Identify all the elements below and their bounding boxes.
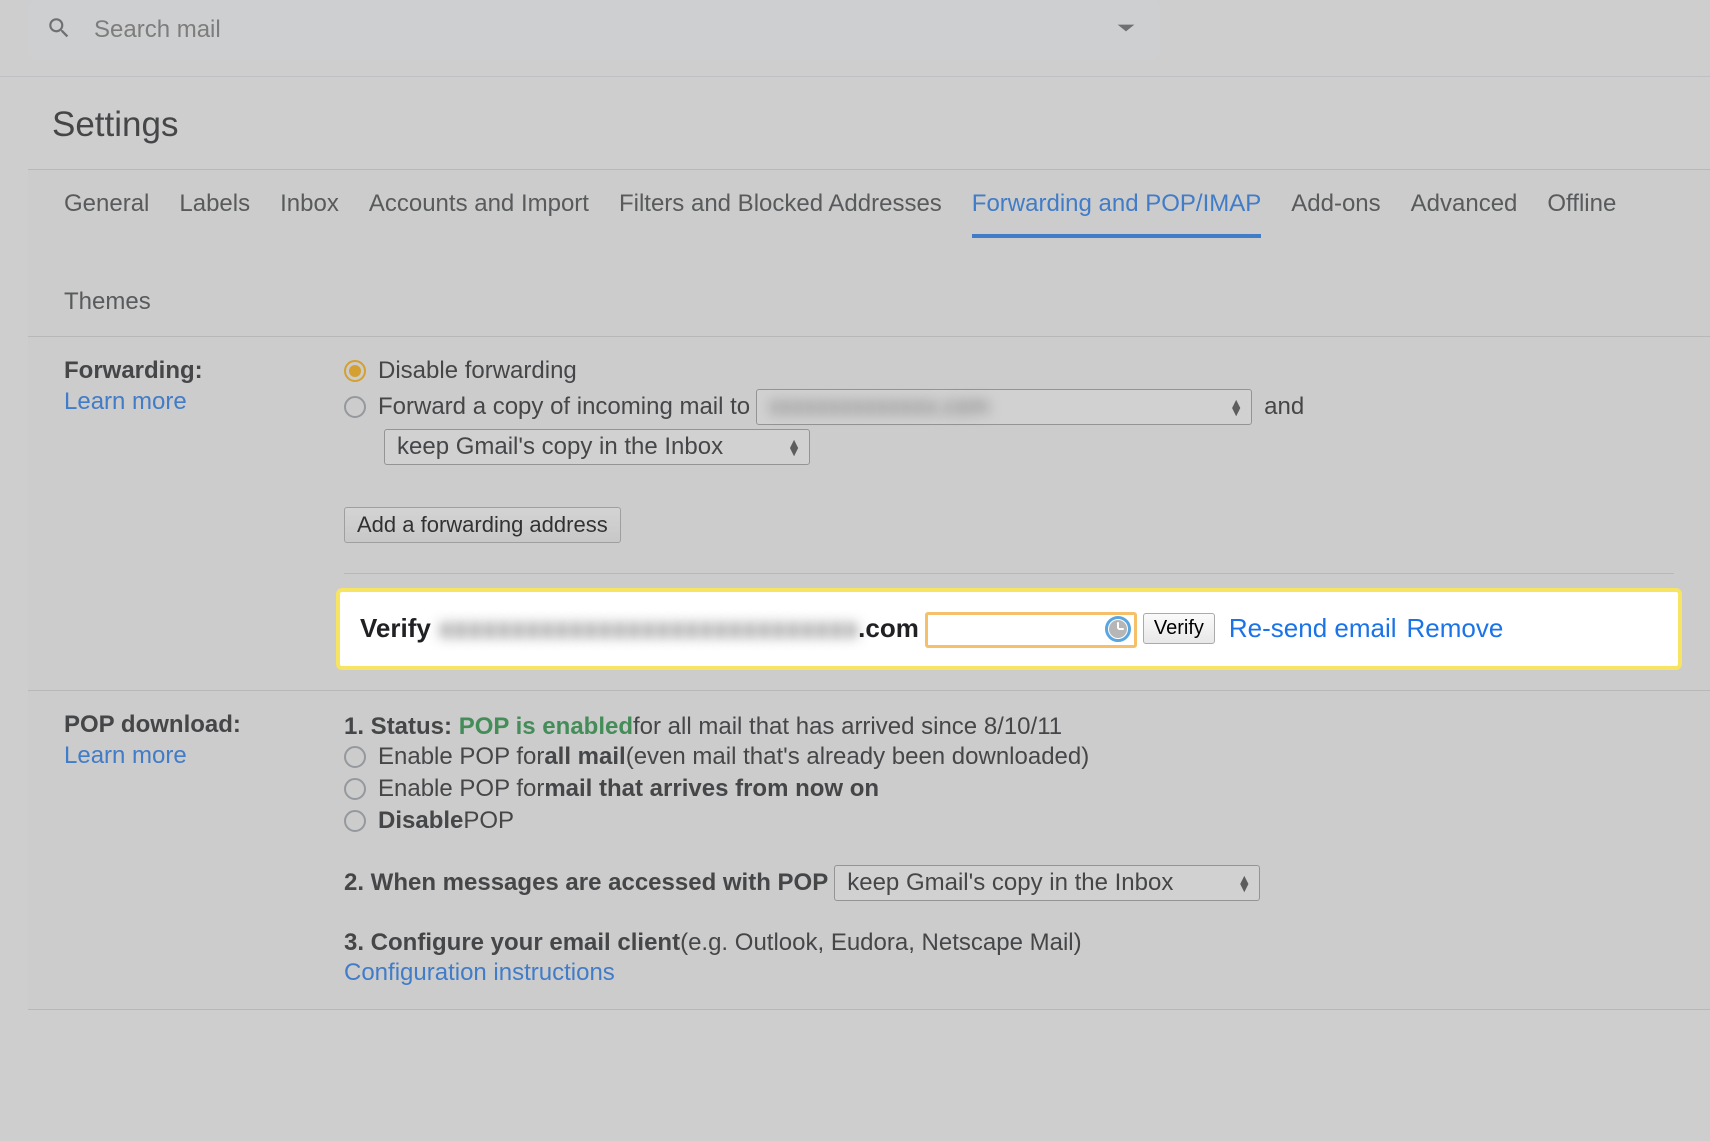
pop-enable-all-radio[interactable] bbox=[344, 746, 366, 768]
tab-forwarding-and-pop-imap[interactable]: Forwarding and POP/IMAP bbox=[972, 170, 1261, 238]
forwarding-learn-more-link[interactable]: Learn more bbox=[64, 388, 344, 416]
pop-enable-all-prefix: Enable POP for bbox=[378, 743, 544, 771]
pop-learn-more-link[interactable]: Learn more bbox=[64, 742, 344, 770]
tab-accounts-and-import[interactable]: Accounts and Import bbox=[369, 170, 589, 238]
remove-link[interactable]: Remove bbox=[1407, 613, 1504, 644]
and-text: and bbox=[1264, 393, 1304, 421]
settings-tabs: General Labels Inbox Accounts and Import Fil… bbox=[28, 169, 1710, 337]
pop-enable-new-radio[interactable] bbox=[344, 778, 366, 800]
search-icon bbox=[46, 15, 72, 46]
forward-address-value: xxxxxxxxxxxxxx.com bbox=[769, 393, 989, 421]
enable-forwarding-radio[interactable] bbox=[344, 396, 366, 418]
pop-status-prefix: 1. Status: bbox=[344, 713, 452, 741]
pop-enable-new-bold: mail that arrives from now on bbox=[544, 775, 879, 803]
configuration-instructions-link[interactable]: Configuration instructions bbox=[344, 959, 615, 987]
verify-email-suffix: .com bbox=[858, 613, 919, 644]
pop-disable-bold: Disable bbox=[378, 807, 463, 835]
search-options-dropdown-icon[interactable] bbox=[1116, 21, 1136, 39]
pop-disable-suffix: POP bbox=[463, 807, 514, 835]
forwarding-section: Forwarding: Learn more Disable forwardin… bbox=[28, 337, 1710, 691]
tab-offline[interactable]: Offline bbox=[1547, 170, 1616, 238]
keep-copy-select[interactable]: keep Gmail's copy in the Inbox ▲▼ bbox=[384, 429, 810, 465]
forwarding-title: Forwarding: bbox=[64, 357, 344, 385]
page-title: Settings bbox=[0, 77, 1710, 169]
pop-when-accessed-label: 2. When messages are accessed with POP bbox=[344, 869, 828, 897]
forward-address-select[interactable]: xxxxxxxxxxxxxx.com ▲▼ bbox=[756, 389, 1252, 425]
tab-themes[interactable]: Themes bbox=[64, 268, 151, 336]
tab-general[interactable]: General bbox=[64, 170, 149, 238]
tab-add-ons[interactable]: Add-ons bbox=[1291, 170, 1380, 238]
disable-forwarding-label: Disable forwarding bbox=[378, 357, 577, 385]
pop-title: POP download: bbox=[64, 711, 344, 739]
tab-inbox[interactable]: Inbox bbox=[280, 170, 339, 238]
forward-copy-label: Forward a copy of incoming mail to bbox=[378, 393, 750, 421]
pop-status-suffix: for all mail that has arrived since 8/10… bbox=[633, 713, 1062, 741]
tab-advanced[interactable]: Advanced bbox=[1411, 170, 1518, 238]
pop-section: POP download: Learn more 1. Status: POP … bbox=[28, 691, 1710, 1010]
select-arrows-icon: ▲▼ bbox=[1223, 875, 1251, 891]
pop-status-enabled: POP is enabled bbox=[459, 713, 633, 741]
pop-when-accessed-value: keep Gmail's copy in the Inbox bbox=[847, 869, 1173, 897]
verify-email-blurred: xxxxxxxxxxxxxxxxxxxxxxxxxxxxx bbox=[439, 613, 858, 644]
select-arrows-icon: ▲▼ bbox=[773, 439, 801, 455]
verify-button[interactable]: Verify bbox=[1143, 613, 1215, 644]
pop-enable-all-bold: all mail bbox=[544, 743, 625, 771]
search-bar[interactable] bbox=[28, 0, 1160, 60]
verify-highlight-box: Verify xxxxxxxxxxxxxxxxxxxxxxxxxxxxx .co… bbox=[336, 588, 1682, 670]
add-forwarding-address-button[interactable]: Add a forwarding address bbox=[344, 507, 621, 543]
pop-enable-new-prefix: Enable POP for bbox=[378, 775, 544, 803]
clock-icon bbox=[1105, 616, 1131, 642]
resend-email-link[interactable]: Re-send email bbox=[1229, 613, 1397, 644]
tab-filters-and-blocked-addresses[interactable]: Filters and Blocked Addresses bbox=[619, 170, 942, 238]
search-input[interactable] bbox=[72, 16, 1116, 44]
disable-forwarding-radio[interactable] bbox=[344, 360, 366, 382]
pop-configure-suffix: (e.g. Outlook, Eudora, Netscape Mail) bbox=[680, 929, 1082, 957]
keep-copy-value: keep Gmail's copy in the Inbox bbox=[397, 433, 723, 461]
pop-enable-all-suffix: (even mail that's already been downloade… bbox=[626, 743, 1090, 771]
verify-prefix: Verify bbox=[360, 613, 431, 644]
pop-disable-radio[interactable] bbox=[344, 810, 366, 832]
pop-when-accessed-select[interactable]: keep Gmail's copy in the Inbox ▲▼ bbox=[834, 865, 1260, 901]
select-arrows-icon: ▲▼ bbox=[1215, 399, 1243, 415]
pop-configure-prefix: 3. Configure your email client bbox=[344, 929, 680, 957]
tab-labels[interactable]: Labels bbox=[179, 170, 250, 238]
